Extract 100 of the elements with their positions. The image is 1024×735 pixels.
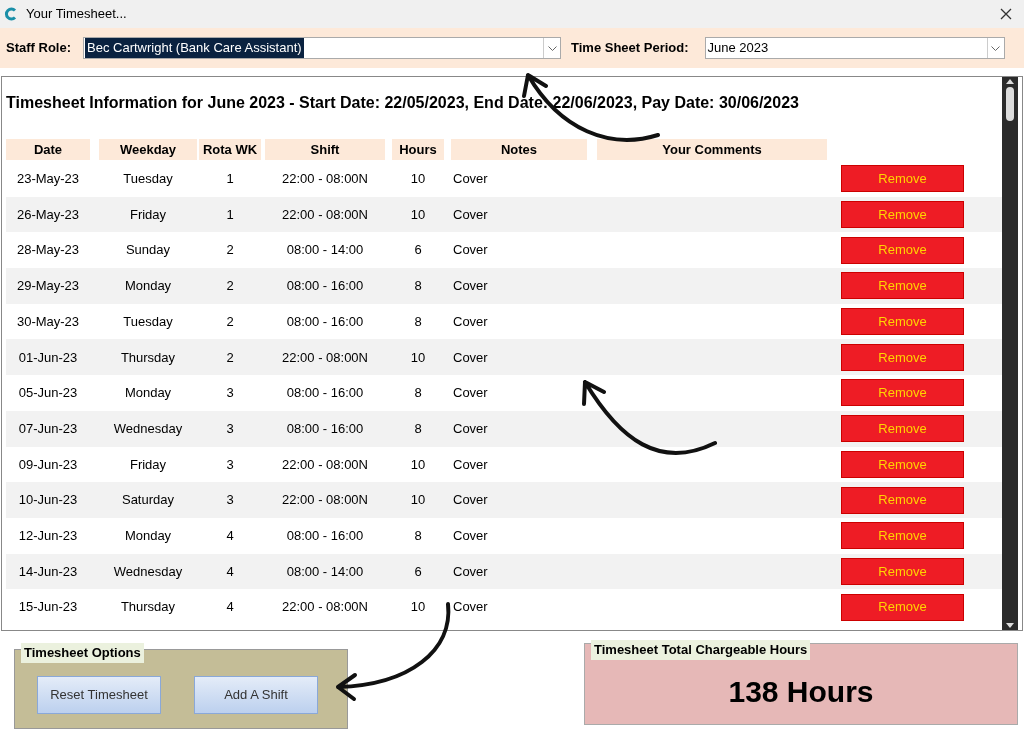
table-cell-text: Cover <box>452 277 489 296</box>
table-cell-text: 3 <box>225 419 235 438</box>
remove-button[interactable]: Remove <box>841 201 964 229</box>
remove-button[interactable]: Remove <box>841 557 964 585</box>
table-cell-text: 23-May-23 <box>15 170 81 189</box>
window-title: Your Timesheet... <box>26 5 127 24</box>
table-cell-text: Wednesday <box>112 419 184 438</box>
staff-role-dropdown[interactable]: Bec Cartwright (Bank Care Assistant) <box>83 37 561 59</box>
table-cell-text: 22:00 - 08:00N <box>281 170 369 189</box>
table-cell-text: 08:00 - 16:00 <box>285 384 365 403</box>
period-dropdown[interactable]: June 2023 <box>704 37 1005 59</box>
table-cell-text: 10-Jun-23 <box>17 491 79 510</box>
table-cell-text: 10 <box>409 491 427 510</box>
table-cell-text: 8 <box>413 419 423 438</box>
table-cell-text: 1 <box>225 170 235 189</box>
table-cell-text: 10 <box>409 598 427 617</box>
table-cell-text: 22:00 - 08:00N <box>281 598 369 617</box>
table-cell-text: 08:00 - 16:00 <box>285 419 365 438</box>
remove-button[interactable]: Remove <box>841 522 964 550</box>
table-cell-text: Cover <box>452 419 489 438</box>
table-cell-text: 3 <box>225 491 235 510</box>
table-cell-text: 10 <box>409 170 427 189</box>
scrollbar[interactable] <box>1002 77 1018 630</box>
table-cell-text: 8 <box>413 526 423 545</box>
remove-button[interactable]: Remove <box>841 415 964 443</box>
table-cell-text: Cover <box>452 348 489 367</box>
table-cell-text: 26-May-23 <box>15 205 81 224</box>
remove-button[interactable]: Remove <box>841 593 964 621</box>
table-cell-text: 14-Jun-23 <box>17 562 79 581</box>
column-header: Notes <box>451 139 587 160</box>
scroll-up-icon[interactable] <box>1006 79 1014 84</box>
table-cell-text: 01-Jun-23 <box>17 348 79 367</box>
table-cell-text: 08:00 - 16:00 <box>285 526 365 545</box>
remove-button[interactable]: Remove <box>841 308 964 336</box>
option-button[interactable]: Reset Timesheet <box>37 676 161 714</box>
table-cell-text: Tuesday <box>122 170 174 189</box>
remove-button[interactable]: Remove <box>841 165 964 193</box>
table-cell-text: 4 <box>225 562 235 581</box>
table-cell-text: 22:00 - 08:00N <box>281 205 369 224</box>
table-cell-text: Tuesday <box>122 312 174 331</box>
table-cell-text: Cover <box>452 170 489 189</box>
table-cell-text: 30-May-23 <box>15 312 81 331</box>
table-cell-text: 22:00 - 08:00N <box>281 491 369 510</box>
remove-button[interactable]: Remove <box>841 236 964 264</box>
field-label: Time Sheet Period: <box>571 39 689 58</box>
remove-button[interactable]: Remove <box>841 272 964 300</box>
table-cell-text: 22:00 - 08:00N <box>281 348 369 367</box>
table-cell-text: 4 <box>225 526 235 545</box>
table-cell-text: Cover <box>452 562 489 581</box>
table-cell-text: Cover <box>452 312 489 331</box>
table-cell-text: Cover <box>452 455 489 474</box>
table-cell-text: 12-Jun-23 <box>17 526 79 545</box>
close-icon[interactable] <box>1000 8 1012 20</box>
remove-button[interactable]: Remove <box>841 343 964 371</box>
table-cell-text: 2 <box>225 348 235 367</box>
option-button[interactable]: Add A Shift <box>194 676 318 714</box>
table-cell-text: 1 <box>225 205 235 224</box>
table-cell-text: 8 <box>413 277 423 296</box>
panel-title: Timesheet Options <box>21 643 144 663</box>
table-cell-text: 10 <box>409 348 427 367</box>
table-cell-text: 08:00 - 16:00 <box>285 277 365 296</box>
column-header: Your Comments <box>597 139 827 160</box>
table-cell-text: 08:00 - 14:00 <box>285 241 365 260</box>
table-cell-text: 15-Jun-23 <box>17 598 79 617</box>
table-cell-text: Monday <box>123 526 173 545</box>
remove-button[interactable]: Remove <box>841 486 964 514</box>
table-cell-text: Cover <box>452 384 489 403</box>
table-cell-text: 10 <box>409 455 427 474</box>
remove-button[interactable]: Remove <box>841 450 964 478</box>
table-cell-text: Thursday <box>119 348 177 367</box>
scrollbar-thumb[interactable] <box>1006 87 1014 121</box>
table-cell-text: Friday <box>128 455 168 474</box>
table-cell-text: Saturday <box>120 491 175 510</box>
chevron-down-icon <box>991 45 1000 51</box>
column-header: Date <box>6 139 90 160</box>
table-cell-text: 6 <box>413 241 423 260</box>
table-cell-text: 2 <box>225 312 235 331</box>
table-cell-text: Monday <box>123 384 173 403</box>
table-cell-text: Cover <box>452 491 489 510</box>
table-cell-text: 8 <box>413 312 423 331</box>
table-cell-text: 28-May-23 <box>15 241 81 260</box>
table-cell-text: 3 <box>225 384 235 403</box>
field-label: Staff Role: <box>6 39 71 58</box>
app-logo-icon <box>4 7 18 21</box>
table-cell-text: 2 <box>225 277 235 296</box>
remove-button[interactable]: Remove <box>841 379 964 407</box>
table-cell-text: Cover <box>452 205 489 224</box>
chevron-down-icon <box>547 45 557 51</box>
panel-title: Timesheet Total Chargeable Hours <box>591 640 811 660</box>
column-header: Hours <box>392 139 444 160</box>
scroll-down-icon[interactable] <box>1006 623 1014 628</box>
table-cell-text: 2 <box>225 241 235 260</box>
table-cell-text: Friday <box>128 205 168 224</box>
table-cell-text: 08:00 - 16:00 <box>285 312 365 331</box>
table-cell-text: Sunday <box>124 241 172 260</box>
table-cell-text: 4 <box>225 598 235 617</box>
table-cell-text: 6 <box>413 562 423 581</box>
table-cell-text: Monday <box>123 277 173 296</box>
table-cell-text: 08:00 - 14:00 <box>285 562 365 581</box>
table-cell-text: 05-Jun-23 <box>17 384 79 403</box>
